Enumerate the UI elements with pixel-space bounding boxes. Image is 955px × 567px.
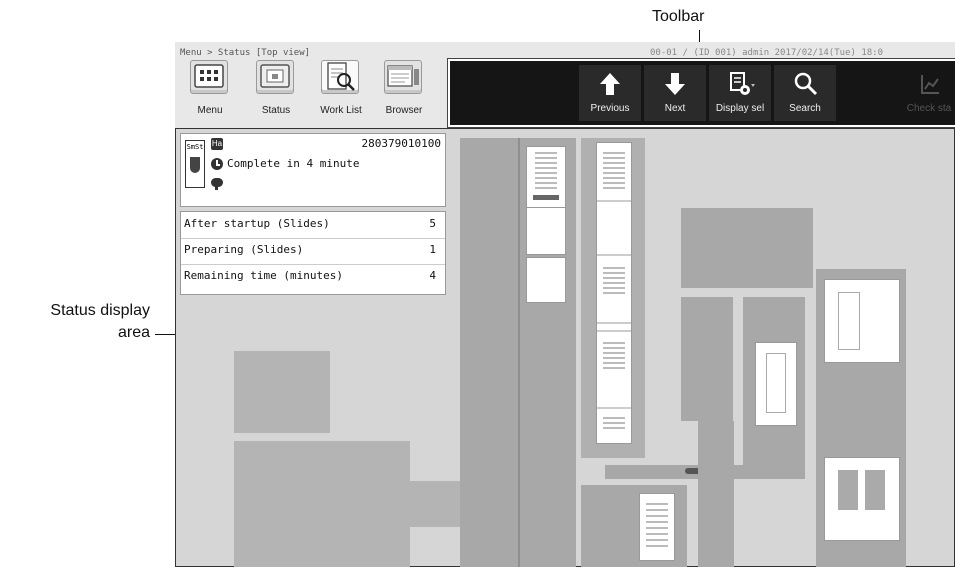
slide-column [596,142,632,444]
status-area-callout-label: Status display area [0,300,150,344]
conveyor-divider [518,138,520,567]
comment-icon-tail [215,186,218,190]
sample-info-panel: SmSt Ha 280379010100 Complete in 4 minut… [180,133,446,207]
completion-status: Complete in 4 minute [227,157,360,170]
status-area-callout-line1: Status display [50,302,150,319]
previous-button-label: Previous [590,103,630,114]
menu-button[interactable]: Menu [181,60,239,122]
menu-button-label: Menu [197,105,223,116]
clock-icon [211,158,223,170]
instrument-icon: SmSt [185,140,205,188]
count-row: Preparing (Slides) 1 [184,240,440,260]
slide-holder [755,342,797,426]
module-block [234,441,410,567]
module-block [681,297,733,421]
search-button-label: Search [789,103,821,114]
sample-id-number: 280379010100 [361,137,441,150]
output-tray [824,457,900,541]
module-connector [410,481,462,527]
worklist-button[interactable]: Work List [312,60,370,122]
count-label: Remaining time (minutes) [184,269,343,282]
slide-rack [526,257,566,303]
browser-icon [384,60,422,94]
search-button[interactable]: Search [774,65,836,121]
magnifier-icon [794,72,818,96]
previous-button[interactable]: Previous [579,65,641,121]
arrow-up-icon [600,73,620,95]
browser-button-label: Browser [385,105,423,116]
count-value: 5 [429,217,436,230]
module-block [681,208,813,288]
display-sel-button[interactable]: Display sel [709,65,771,121]
application-screen: Menu > Status [Top view] 00-01 / (ID 001… [175,42,955,567]
grid-icon [190,60,228,94]
status-button-label: Status [261,105,291,116]
worklist-button-label: Work List [320,105,362,116]
count-value: 1 [429,243,436,256]
slide-rack [526,207,566,255]
status-button[interactable]: Status [247,60,305,122]
module-block [698,421,734,567]
breadcrumb: Menu > Status [Top view] [180,48,311,58]
check-status-icon [921,75,939,94]
sample-type-badge: Ha [211,138,223,150]
count-label: Preparing (Slides) [184,243,304,256]
count-row: After startup (Slides) 5 [184,214,440,234]
display-sel-button-label: Display sel [715,103,765,114]
next-button-label: Next [664,103,686,114]
instrument-icon-label: SmSt [186,143,204,151]
slide-rack [526,146,566,208]
worklist-search-icon [321,60,359,94]
toolbar: Previous Next Display sel Search Check s… [447,58,955,128]
output-tray [824,279,900,363]
status-monitor-icon [256,60,294,94]
header-bar: Menu > Status [Top view] 00-01 / (ID 001… [175,42,955,128]
slide-rack [639,493,675,561]
toolbar-callout-label: Toolbar [652,8,705,25]
status-display-area: SmSt Ha 280379010100 Complete in 4 minut… [175,128,955,567]
next-button[interactable]: Next [644,65,706,121]
arrow-down-icon [665,73,685,95]
counts-panel: After startup (Slides) 5 Preparing (Slid… [180,211,446,295]
browser-button[interactable]: Browser [375,60,433,122]
status-area-leader-line [155,334,175,335]
check-status-button[interactable]: Check sta [898,65,955,121]
check-status-button-label: Check sta [906,103,952,114]
status-area-callout-line2: area [117,324,150,341]
module-block [234,351,330,433]
count-label: After startup (Slides) [184,217,330,230]
count-row: Remaining time (minutes) 4 [184,266,440,286]
display-settings-icon [730,72,755,95]
session-info: 00-01 / (ID 001) admin 2017/02/14(Tue) 1… [650,48,883,58]
count-value: 4 [429,269,436,282]
